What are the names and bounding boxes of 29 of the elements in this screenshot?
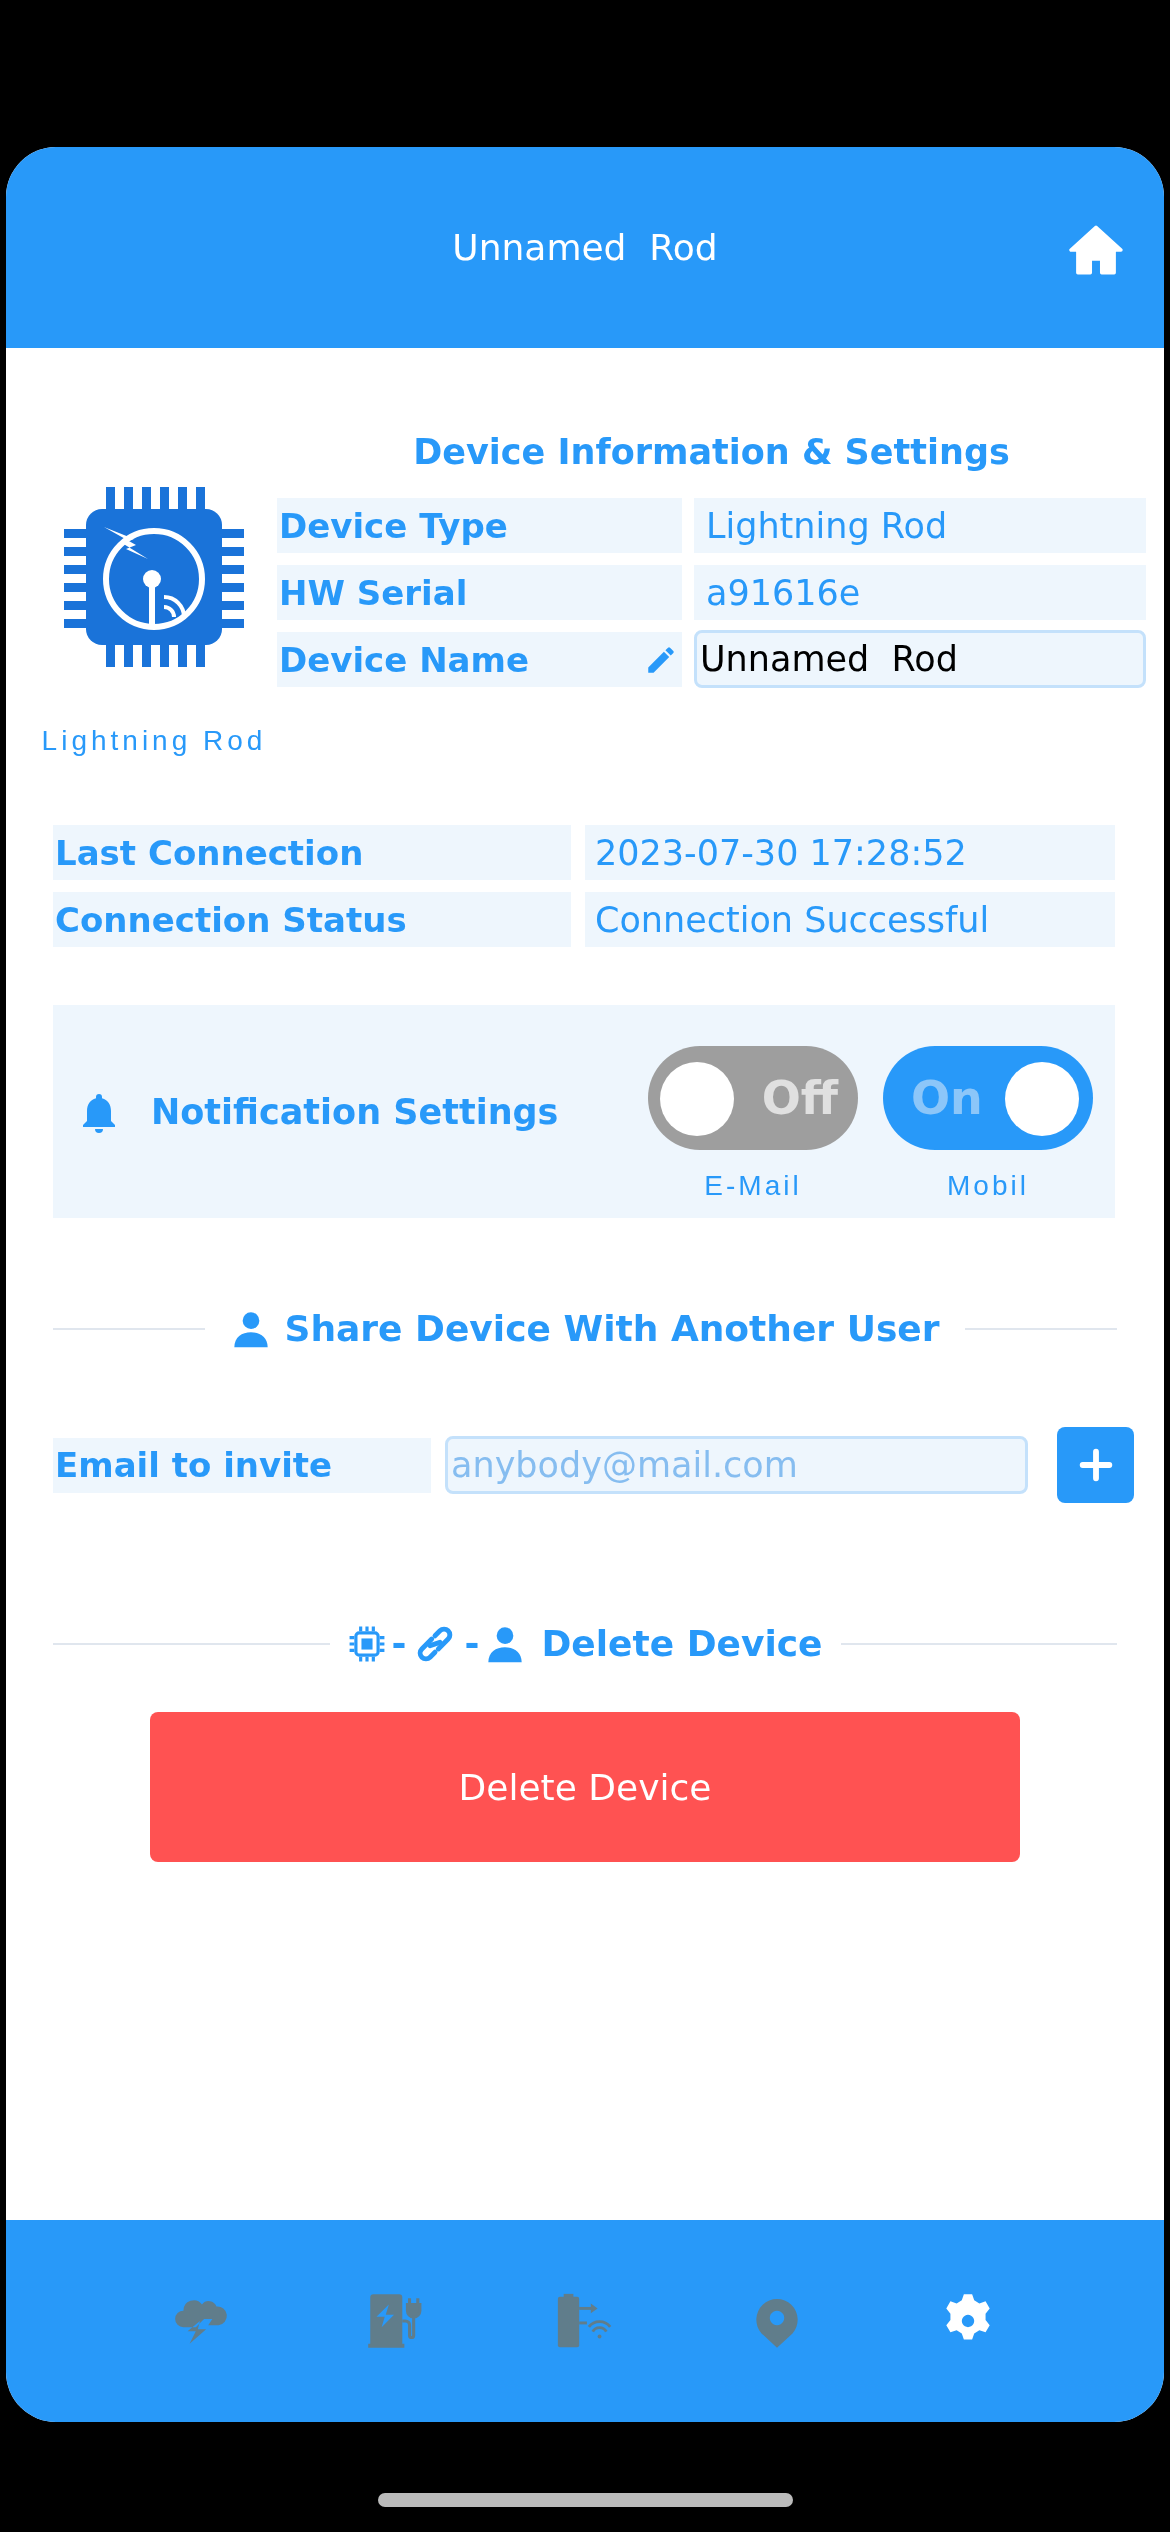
label-cell: Email to invite <box>53 1437 431 1493</box>
label-cell: Connection Status <box>53 892 571 947</box>
value-cell: a91616e <box>694 565 1146 620</box>
dash: - <box>391 1623 407 1664</box>
toggle-label: Mobil <box>947 1170 1029 1202</box>
value-cell: Lightning Rod <box>694 498 1146 553</box>
header-title: Unnamed Rod <box>452 227 718 268</box>
home-icon[interactable] <box>1068 225 1124 275</box>
delete-button[interactable]: Delete Device <box>150 1712 1020 1862</box>
email-field[interactable]: anybody@mail.com <box>445 1436 1028 1494</box>
add-button[interactable] <box>1057 1427 1134 1503</box>
dash: - <box>464 1623 480 1664</box>
label-cell: HW Serial <box>277 565 682 620</box>
delete-title: Delete Device <box>541 1623 823 1664</box>
value-cell: 2023-07-30 17:28:52 <box>585 825 1115 880</box>
label-cell: Last Connection <box>53 825 571 880</box>
label-cell: Device Name <box>277 632 682 687</box>
toggle-switch[interactable]: Off <box>648 1046 858 1150</box>
logo-icon <box>64 487 244 667</box>
section-title: Device Information & Settings <box>412 432 1011 472</box>
notification-title: Notification Settings <box>151 1091 559 1132</box>
share-title: Share Device With Another User <box>284 1308 940 1349</box>
toggle-switch[interactable]: On <box>883 1046 1093 1150</box>
toggle-label: E-Mail <box>704 1170 802 1202</box>
value-cell: Connection Successful <box>585 892 1115 947</box>
label-cell: Device Type <box>277 498 682 553</box>
chip-icon <box>347 1624 386 1663</box>
name-input[interactable]: Unnamed Rod <box>694 630 1146 688</box>
logo-caption: Lightning Rod <box>41 725 267 757</box>
